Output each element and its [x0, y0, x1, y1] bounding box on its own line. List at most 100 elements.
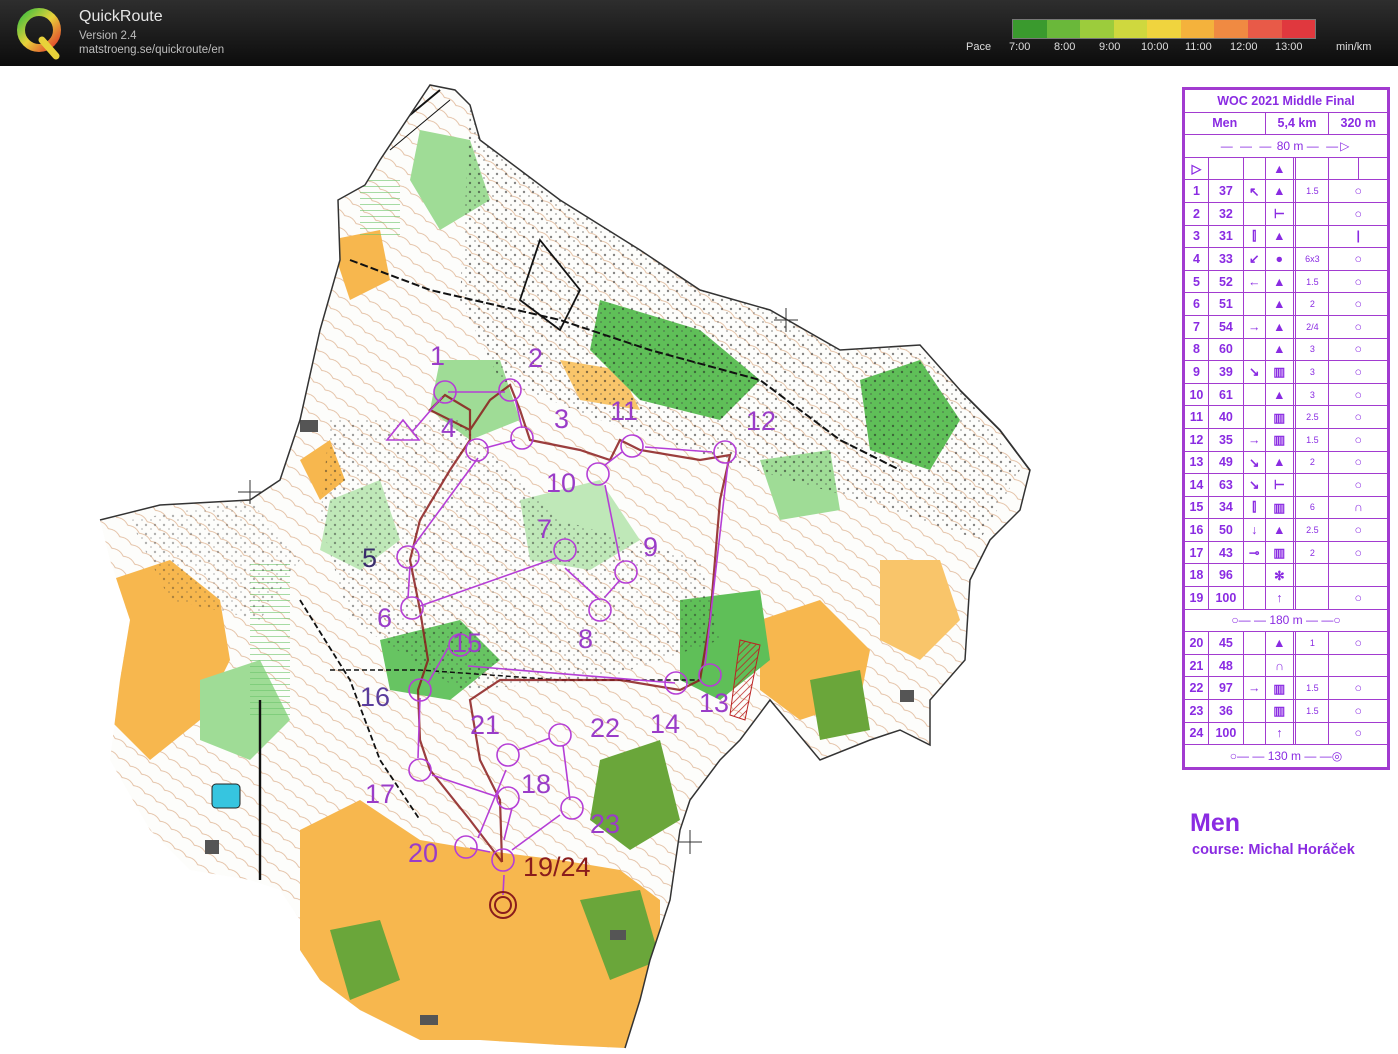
control-number: 14 [650, 709, 680, 739]
control-code: 32 [1207, 201, 1244, 226]
pace-color-cell [1259, 20, 1271, 38]
feature-icon: ▲ [1264, 518, 1295, 542]
control-number: 4 [441, 413, 456, 443]
control-number: 6 [377, 603, 392, 633]
dimension: 1.5 [1295, 427, 1330, 452]
control-code: 51 [1207, 292, 1244, 316]
feature-icon: ▥ [1264, 540, 1295, 565]
control-code: 40 [1207, 405, 1244, 429]
feature-icon: ⊢ [1264, 473, 1295, 497]
feature-icon: ∩ [1264, 653, 1295, 678]
dimension: 2.5 [1295, 518, 1330, 542]
pace-color-cell [1091, 20, 1103, 38]
control-description-row: 20 45 ▲ 1 ○ [1184, 631, 1388, 655]
pace-color-cell [1247, 20, 1260, 38]
app-version: Version 2.4 [79, 30, 137, 42]
quickroute-logo-icon [17, 8, 61, 60]
location-icon: ○ [1328, 179, 1388, 203]
control-number: 12 [746, 406, 776, 436]
which-feature-icon: ← [1242, 269, 1266, 294]
control-sequence: 15 [1184, 495, 1209, 520]
dimension: 1.5 [1295, 179, 1330, 203]
taped-route-distance: 180 m [1269, 613, 1303, 628]
dimension [1295, 563, 1330, 588]
pace-color-cell [1270, 20, 1282, 38]
control-code: 97 [1207, 676, 1244, 701]
control-description-row: 3 31 ⫿ ▲ | [1184, 224, 1388, 249]
location-icon: ○ [1328, 540, 1388, 565]
dimension [1295, 586, 1330, 610]
control-code: 36 [1207, 699, 1244, 723]
control-description-row: 14 63 ↘ ⊢ ○ [1184, 473, 1388, 497]
control-description-row: 15 34 ⫿ ▥ 6 ∩ [1184, 495, 1388, 520]
location-icon: ○ [1328, 699, 1388, 723]
control-description-row: 9 39 ↘ ▥ 3 ○ [1184, 360, 1388, 384]
control-sequence: 18 [1184, 563, 1209, 588]
start-taped-route: — — — 80 m — —▷ [1184, 134, 1388, 158]
control-code: 100 [1207, 721, 1244, 746]
control-code: 45 [1207, 631, 1244, 655]
which-feature-icon [1242, 382, 1266, 407]
feature-icon: ▥ [1264, 405, 1295, 429]
feature-icon: ▲ [1264, 292, 1295, 316]
control-code: 31 [1207, 224, 1244, 249]
control-code: 49 [1207, 450, 1244, 475]
control-description-row: 1 37 ↖ ▲ 1.5 ○ [1184, 179, 1388, 203]
app-url-link[interactable]: matstroeng.se/quickroute/en [79, 44, 224, 56]
pace-color-cell [1214, 20, 1226, 38]
pace-tick: 7:00 [1009, 41, 1031, 53]
which-feature-icon: → [1242, 427, 1266, 452]
app-title: QuickRoute [79, 8, 163, 25]
which-feature-icon [1242, 292, 1266, 316]
dimension [1295, 473, 1330, 497]
pace-tick: 10:00 [1141, 41, 1169, 53]
control-description-row: 11 40 ▥ 2.5 ○ [1184, 405, 1388, 429]
control-sequence: 5 [1184, 269, 1209, 294]
which-feature-icon [1242, 631, 1266, 655]
pace-color-cell [1068, 20, 1081, 38]
control-description-row: 4 33 ↙ ● 6x3 ○ [1184, 247, 1388, 271]
which-feature-icon [1242, 721, 1266, 746]
dimension [1295, 201, 1330, 226]
control-sequence: 20 [1184, 631, 1209, 655]
start-triangle-icon: ▷ [1184, 156, 1209, 181]
control-number: 5 [362, 543, 377, 573]
dimension [1295, 721, 1330, 746]
location-icon: ○ [1328, 314, 1388, 339]
control-description-row: 17 43 ⊸ ▥ 2 ○ [1184, 540, 1388, 565]
which-feature-icon: ↓ [1242, 518, 1266, 542]
location-icon: ○ [1328, 676, 1388, 701]
feature-icon: ↑ [1264, 586, 1295, 610]
location-icon: ∩ [1328, 495, 1388, 520]
dimension: 3 [1295, 360, 1330, 384]
pace-tick: 8:00 [1054, 41, 1076, 53]
control-sequence: 13 [1184, 450, 1209, 475]
which-feature-icon [1242, 653, 1266, 678]
pace-color-cell [1281, 20, 1293, 38]
dimension: 1 [1295, 631, 1330, 655]
control-description-row: 24 100 ↑ ○ [1184, 721, 1388, 746]
control-sequence: 19 [1184, 586, 1209, 610]
control-number: 18 [521, 769, 551, 799]
dimension: 2/4 [1295, 314, 1330, 339]
control-sequence: 12 [1184, 427, 1209, 452]
control-code: 50 [1207, 518, 1244, 542]
location-icon: ○ [1328, 405, 1388, 429]
pace-color-scale [1012, 19, 1316, 39]
dimension: 6x3 [1295, 247, 1330, 271]
control-sequence: 4 [1184, 247, 1209, 271]
pace-unit: min/km [1336, 41, 1372, 53]
location-icon: ○ [1328, 269, 1388, 294]
location-icon: ○ [1328, 721, 1388, 746]
control-description-row: 18 96 ✻ [1184, 563, 1388, 588]
control-description-row: 10 61 ▲ 3 ○ [1184, 382, 1388, 407]
finish-distance: 130 m [1267, 749, 1302, 764]
dimension: 3 [1295, 382, 1330, 407]
course-length: 5,4 km [1264, 111, 1330, 136]
control-description-row: 8 60 ▲ 3 ○ [1184, 337, 1388, 362]
pace-tick: 11:00 [1185, 41, 1212, 53]
taped-route-row: ○— — 180 m — —○ [1184, 608, 1388, 633]
location-icon [1328, 563, 1388, 588]
control-code: 37 [1207, 179, 1244, 203]
control-description-row: 12 35 → ▥ 1.5 ○ [1184, 427, 1388, 452]
